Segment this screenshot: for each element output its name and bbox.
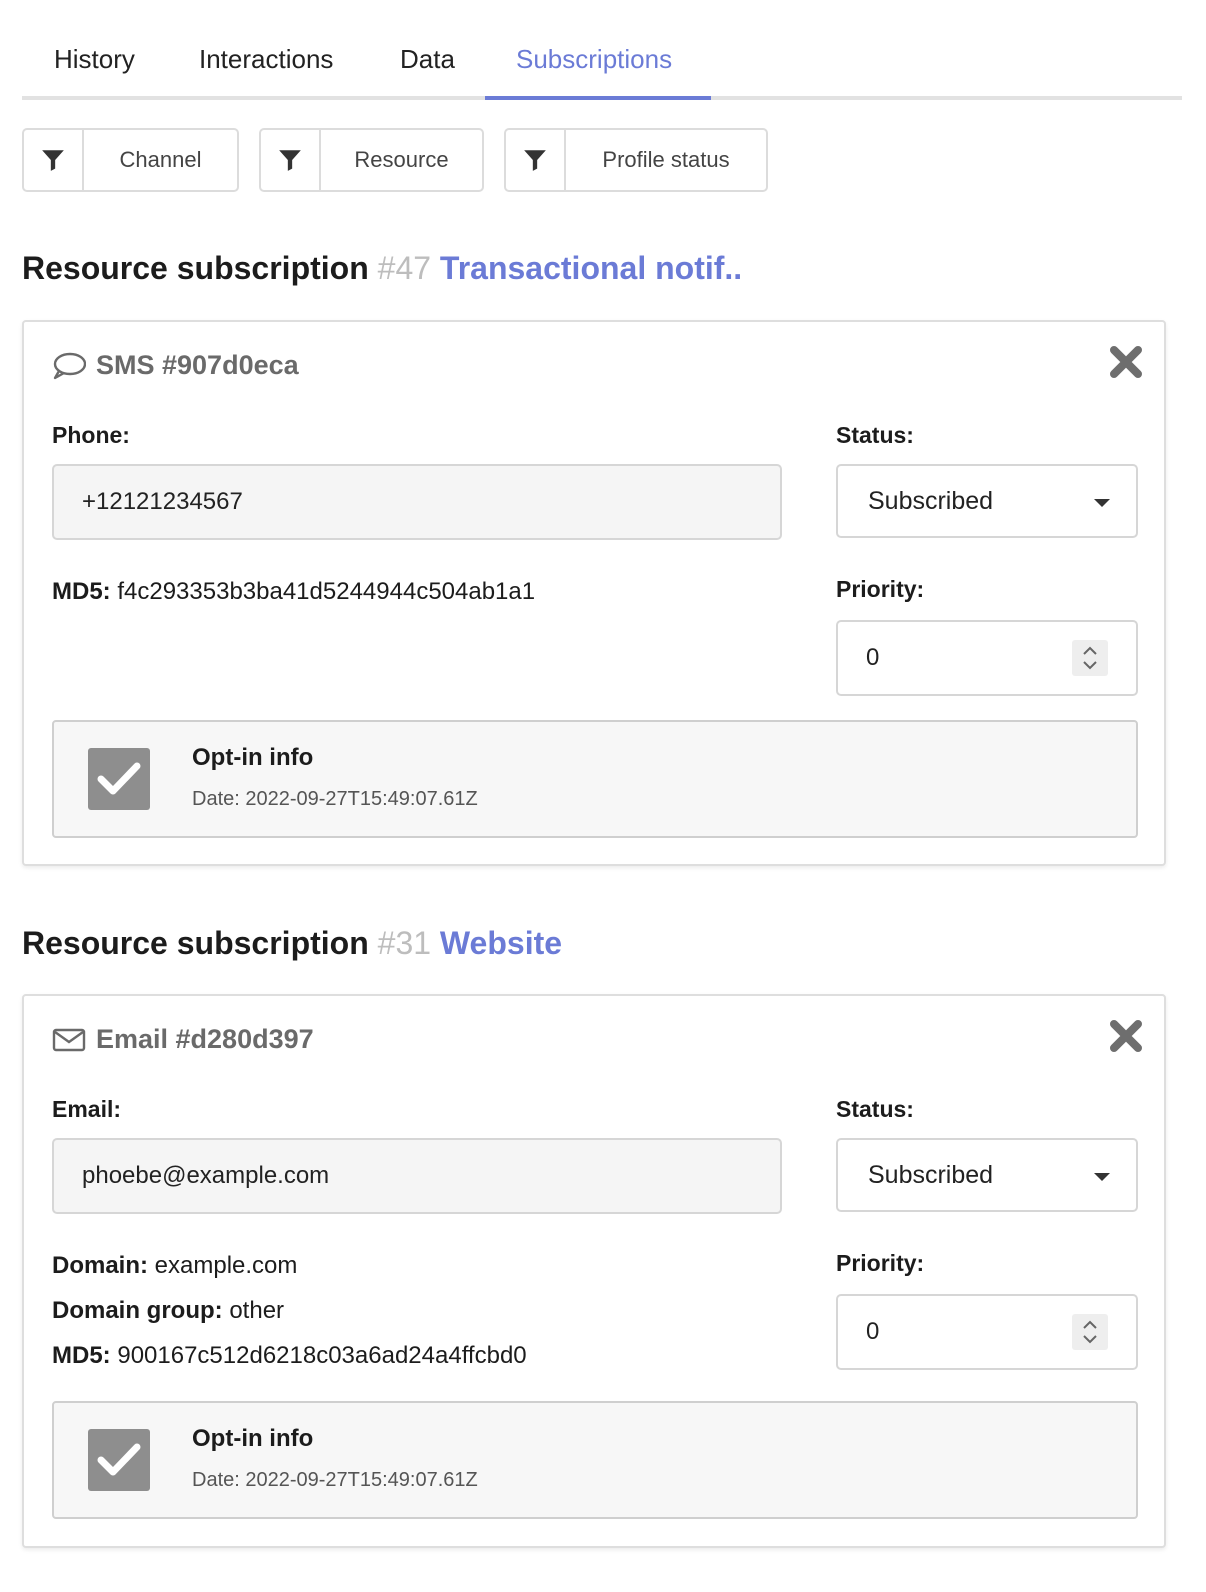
status-label: Status: — [836, 1096, 914, 1122]
resource-id: #31 — [377, 925, 432, 961]
priority-label: Priority: — [836, 576, 925, 602]
priority-input[interactable]: 0 — [836, 1294, 1138, 1370]
filter-icon — [24, 130, 84, 190]
email-label: Email: — [52, 1096, 122, 1122]
filter-label: Channel — [119, 147, 202, 172]
envelope-icon — [52, 1027, 86, 1053]
meta-value: example.com — [154, 1252, 298, 1279]
optin-info-box: Opt-in info Date: 2022-09-27T15:49:07.61… — [52, 720, 1138, 838]
filter-label: Resource — [354, 147, 449, 172]
spinner-icon[interactable] — [1072, 1314, 1108, 1350]
phone-input[interactable] — [52, 464, 782, 540]
tab-data[interactable]: Data — [400, 44, 455, 100]
spinner-icon[interactable] — [1072, 640, 1108, 676]
channel-title: Email #d280d397 — [96, 1024, 314, 1054]
filter-icon — [261, 130, 321, 190]
meta-key: MD5: — [52, 1342, 111, 1369]
meta-key: Domain: — [52, 1252, 148, 1279]
domain-info: Domain: example.com — [52, 1252, 297, 1280]
optin-title: Opt-in info — [192, 1425, 314, 1452]
subscription-card: Email #d280d397 Email: Status: Subscribe… — [22, 994, 1166, 1548]
subscription-card: SMS #907d0eca Phone: Status: Subscribed … — [22, 320, 1166, 866]
priority-value: 0 — [866, 644, 880, 671]
meta-key: Domain group: — [52, 1297, 223, 1324]
channel-header: SMS #907d0eca — [52, 350, 299, 381]
active-tab-indicator — [485, 96, 711, 100]
channel-header: Email #d280d397 — [52, 1024, 314, 1055]
filter-icon — [506, 130, 566, 190]
optin-checkbox[interactable] — [88, 748, 150, 810]
tab-interactions[interactable]: Interactions — [199, 44, 333, 100]
meta-key: MD5: — [52, 578, 111, 605]
meta-value: f4c293353b3ba41d5244944c504ab1a1 — [117, 578, 536, 605]
section-title: Resource subscription #47 Transactional … — [22, 250, 742, 287]
optin-info-box: Opt-in info Date: 2022-09-27T15:49:07.61… — [52, 1401, 1138, 1519]
channel-title: SMS #907d0eca — [96, 350, 299, 380]
priority-value: 0 — [866, 1318, 880, 1345]
optin-date: Date: 2022-09-27T15:49:07.61Z — [192, 788, 478, 810]
optin-checkbox[interactable] — [88, 1429, 150, 1491]
resource-name-link[interactable]: Transactional notif.. — [440, 250, 742, 286]
phone-label: Phone: — [52, 422, 130, 448]
resource-id: #47 — [377, 250, 432, 286]
optin-date: Date: 2022-09-27T15:49:07.61Z — [192, 1469, 478, 1491]
tab-bar: History Interactions Data Subscriptions — [22, 30, 1182, 100]
caret-down-icon — [1094, 499, 1110, 507]
meta-value: 900167c512d6218c03a6ad24a4ffcbd0 — [117, 1342, 527, 1369]
status-select[interactable]: Subscribed — [836, 1138, 1138, 1212]
section-title: Resource subscription #31 Website — [22, 925, 562, 962]
resource-name-link[interactable]: Website — [440, 925, 562, 961]
md5-info: MD5: 900167c512d6218c03a6ad24a4ffcbd0 — [52, 1342, 527, 1370]
close-icon[interactable] — [1108, 1018, 1144, 1054]
email-input[interactable] — [52, 1138, 782, 1214]
domain-group-info: Domain group: other — [52, 1297, 284, 1325]
optin-title: Opt-in info — [192, 744, 314, 771]
tab-subscriptions[interactable]: Subscriptions — [516, 44, 672, 100]
md5-info: MD5: f4c293353b3ba41d5244944c504ab1a1 — [52, 578, 535, 606]
status-select[interactable]: Subscribed — [836, 464, 1138, 538]
section-label: Resource subscription — [22, 925, 369, 961]
status-value: Subscribed — [868, 486, 994, 515]
caret-down-icon — [1094, 1173, 1110, 1181]
section-label: Resource subscription — [22, 250, 369, 286]
resource-filter-button[interactable]: Resource — [259, 128, 484, 192]
status-label: Status: — [836, 422, 914, 448]
profile-status-filter-button[interactable]: Profile status — [504, 128, 768, 192]
tab-history[interactable]: History — [54, 44, 135, 100]
priority-label: Priority: — [836, 1250, 925, 1276]
channel-filter-button[interactable]: Channel — [22, 128, 239, 192]
close-icon[interactable] — [1108, 344, 1144, 380]
speech-bubble-icon — [52, 352, 86, 380]
priority-input[interactable]: 0 — [836, 620, 1138, 696]
status-value: Subscribed — [868, 1160, 994, 1189]
meta-value: other — [229, 1297, 285, 1324]
filter-label: Profile status — [602, 147, 730, 172]
